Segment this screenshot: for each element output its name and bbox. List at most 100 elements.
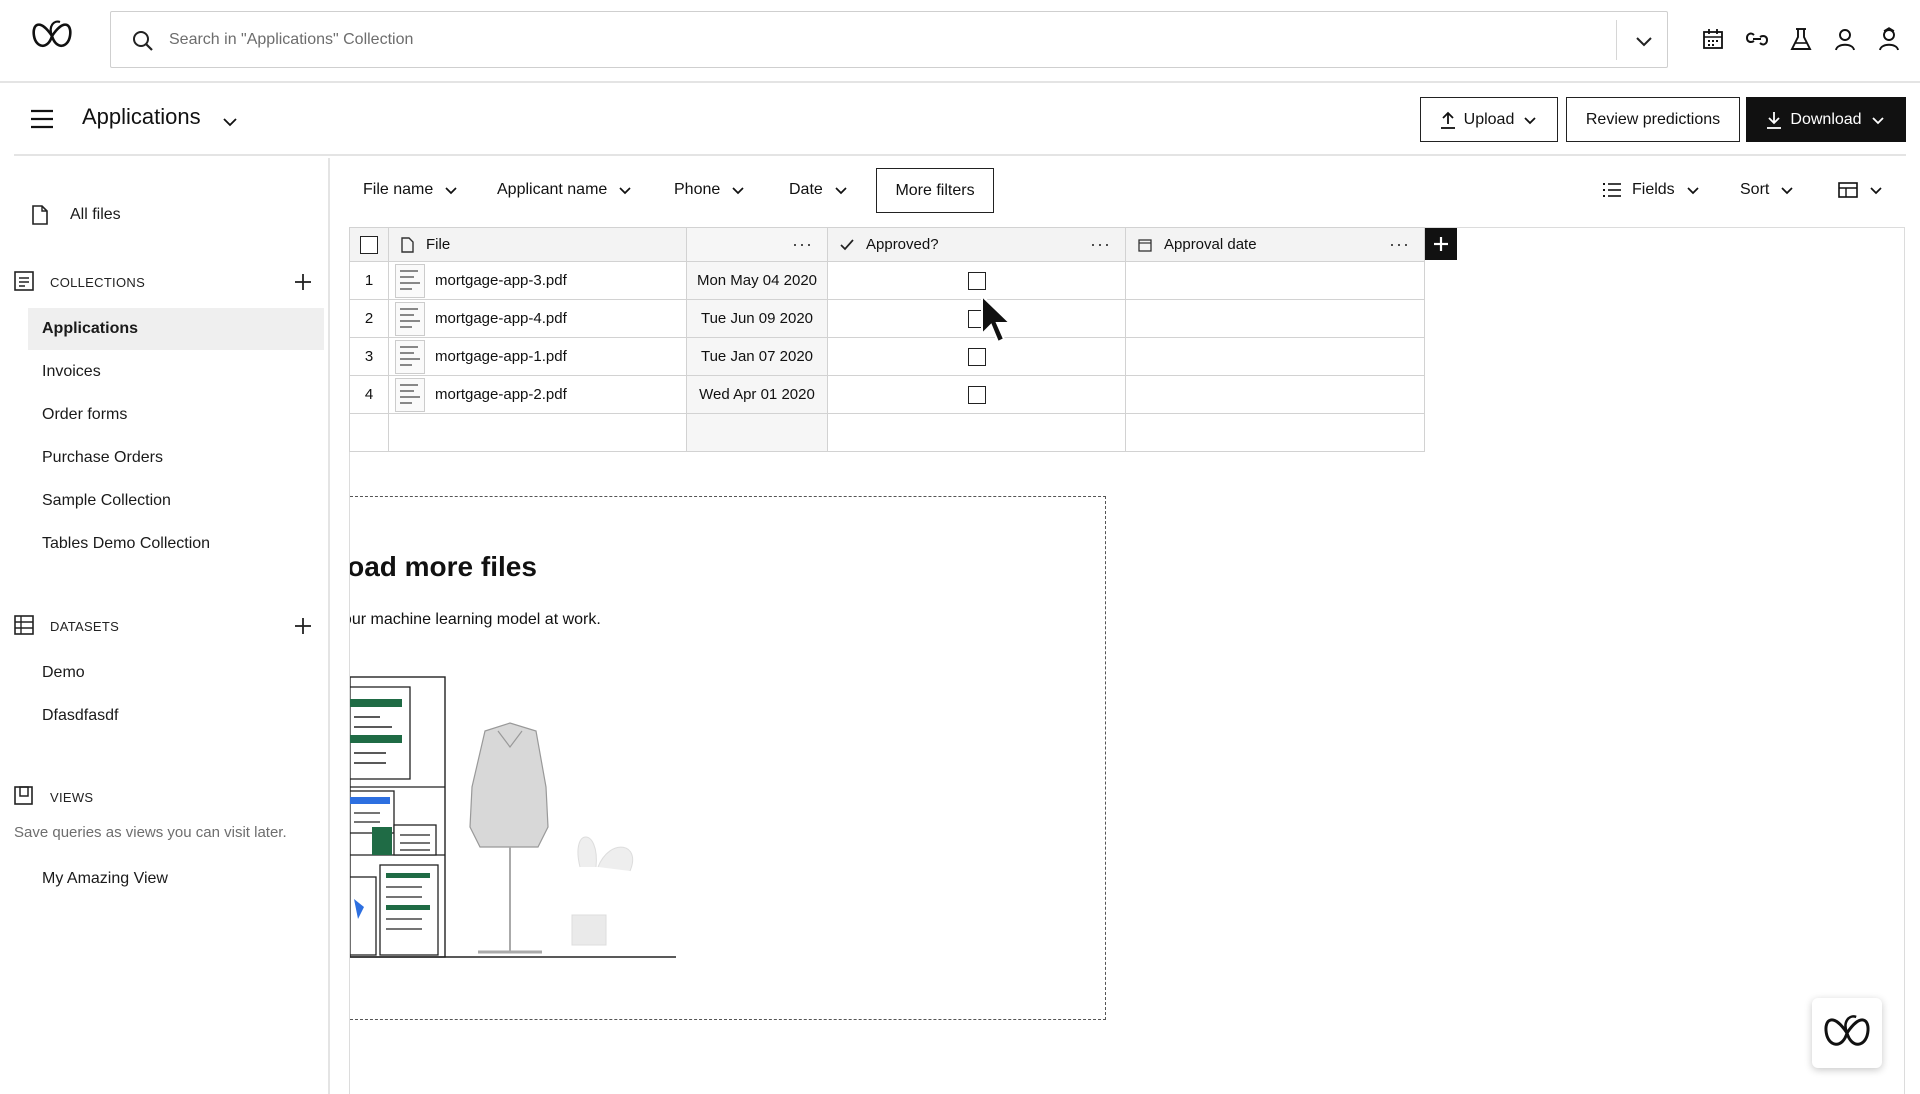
page-title[interactable]: Applications bbox=[82, 104, 201, 130]
approved-checkbox[interactable] bbox=[967, 385, 986, 404]
approval-date-cell[interactable] bbox=[1125, 337, 1425, 376]
chevron-down-icon bbox=[1781, 187, 1793, 195]
approved-cell bbox=[827, 337, 1126, 376]
column-label: Approval date bbox=[1164, 236, 1257, 253]
list-icon bbox=[1603, 183, 1621, 197]
search-bar bbox=[110, 11, 1668, 68]
fields-menu[interactable]: Fields bbox=[1602, 165, 1701, 215]
column-header-file[interactable]: File bbox=[388, 227, 687, 262]
sidebar-item-sample-collection[interactable]: Sample Collection bbox=[28, 480, 324, 522]
hamburger-menu-icon[interactable] bbox=[30, 108, 54, 130]
upload-button[interactable]: Upload bbox=[1420, 97, 1558, 142]
row-index: 1 bbox=[349, 261, 389, 300]
download-button-label: Download bbox=[1790, 110, 1862, 128]
table-row[interactable]: 4 mortgage-app-2.pdf Wed Apr 01 2020 bbox=[349, 375, 1425, 414]
title-chevron-down-icon[interactable] bbox=[220, 112, 240, 132]
date-cell: Tue Jan 07 2020 bbox=[686, 337, 828, 376]
column-header-date[interactable]: ··· bbox=[686, 227, 828, 262]
filter-date[interactable]: Date bbox=[789, 165, 849, 215]
document-thumbnail bbox=[395, 301, 425, 336]
views-icon bbox=[14, 786, 36, 808]
sidebar-item-tables-demo-collection[interactable]: Tables Demo Collection bbox=[28, 523, 324, 565]
more-filters-button[interactable]: More filters bbox=[876, 168, 994, 213]
chevron-down-icon bbox=[1687, 187, 1699, 195]
filter-file-name[interactable]: File name bbox=[363, 165, 459, 215]
approval-date-cell[interactable] bbox=[1125, 299, 1425, 338]
file-icon bbox=[401, 236, 414, 253]
table-row[interactable]: 2 mortgage-app-4.pdf Tue Jun 09 2020 bbox=[349, 299, 1425, 338]
sidebar-item-my-amazing-view[interactable]: My Amazing View bbox=[28, 858, 324, 900]
table-layout-icon bbox=[1838, 182, 1858, 198]
views-section-label: VIEWS bbox=[50, 789, 94, 805]
column-label: File bbox=[426, 236, 451, 253]
user-badge-icon[interactable] bbox=[1876, 24, 1902, 54]
document-thumbnail bbox=[395, 263, 425, 298]
file-cell[interactable]: mortgage-app-4.pdf bbox=[388, 299, 687, 338]
empty-new-row[interactable] bbox=[349, 413, 1425, 452]
app-logo-icon[interactable] bbox=[30, 16, 74, 56]
filter-applicant-name[interactable]: Applicant name bbox=[497, 165, 633, 215]
add-collection-plus-icon[interactable] bbox=[292, 271, 314, 293]
file-name: mortgage-app-4.pdf bbox=[435, 310, 567, 327]
datasets-section-header: DATASETS bbox=[14, 611, 314, 641]
select-all-checkbox[interactable] bbox=[360, 235, 378, 254]
column-options-icon[interactable]: ··· bbox=[792, 234, 813, 255]
file-cell[interactable]: mortgage-app-3.pdf bbox=[388, 261, 687, 300]
search-input[interactable] bbox=[169, 24, 1409, 56]
column-header-approved[interactable]: Approved? ··· bbox=[827, 227, 1126, 262]
column-options-icon[interactable]: ··· bbox=[1090, 234, 1111, 255]
search-icon bbox=[133, 31, 153, 51]
add-column-button[interactable] bbox=[1425, 228, 1457, 260]
sidebar-item-order-forms[interactable]: Order forms bbox=[28, 394, 324, 436]
review-predictions-label: Review predictions bbox=[1585, 110, 1721, 128]
column-options-icon[interactable]: ··· bbox=[1389, 234, 1410, 255]
top-bar bbox=[0, 0, 1920, 83]
search-divider bbox=[1616, 20, 1617, 60]
layout-menu[interactable] bbox=[1838, 165, 1884, 215]
approved-checkbox[interactable] bbox=[967, 271, 986, 290]
sidebar-item-all-files[interactable]: All files bbox=[18, 194, 314, 236]
filter-phone[interactable]: Phone bbox=[674, 165, 746, 215]
empty-cell bbox=[686, 413, 828, 452]
sidebar: All files COLLECTIONS Applications Invoi… bbox=[14, 158, 330, 1094]
column-header-approval-date[interactable]: Approval date ··· bbox=[1125, 227, 1425, 262]
document-thumbnail bbox=[395, 377, 425, 412]
approved-checkbox[interactable] bbox=[967, 347, 986, 366]
filter-label: Phone bbox=[674, 181, 721, 198]
empty-cell[interactable] bbox=[388, 413, 687, 452]
upload-dropzone[interactable]: Upload more files See your machine learn… bbox=[350, 496, 1106, 1020]
calendar-icon[interactable] bbox=[1700, 24, 1726, 54]
file-name: mortgage-app-3.pdf bbox=[435, 272, 567, 289]
chevron-down-icon bbox=[445, 187, 457, 195]
search-options-chevron-down-icon[interactable] bbox=[1631, 28, 1657, 54]
table-row[interactable]: 3 mortgage-app-1.pdf Tue Jan 07 2020 bbox=[349, 337, 1425, 376]
mouse-pointer-icon bbox=[981, 294, 1013, 344]
chat-help-button[interactable] bbox=[1812, 998, 1882, 1068]
select-all-cell bbox=[349, 227, 389, 262]
chat-logo-icon bbox=[1824, 1015, 1870, 1046]
approval-date-cell[interactable] bbox=[1125, 261, 1425, 300]
chevron-down-icon bbox=[619, 187, 631, 195]
sidebar-item-applications[interactable]: Applications bbox=[28, 308, 324, 350]
sort-menu[interactable]: Sort bbox=[1740, 165, 1795, 215]
file-cell[interactable]: mortgage-app-2.pdf bbox=[388, 375, 687, 414]
flask-icon[interactable] bbox=[1788, 24, 1814, 54]
empty-cell[interactable] bbox=[827, 413, 1126, 452]
collections-icon bbox=[14, 271, 36, 293]
user-icon[interactable] bbox=[1832, 24, 1858, 54]
sidebar-item-dfasdfasdf[interactable]: Dfasdfasdf bbox=[28, 695, 324, 737]
empty-cell[interactable] bbox=[1125, 413, 1425, 452]
filter-label: Applicant name bbox=[497, 181, 608, 198]
approval-date-cell[interactable] bbox=[1125, 375, 1425, 414]
link-icon[interactable] bbox=[1744, 24, 1770, 54]
download-button[interactable]: Download bbox=[1746, 97, 1906, 142]
file-cell[interactable]: mortgage-app-1.pdf bbox=[388, 337, 687, 376]
date-cell: Mon May 04 2020 bbox=[686, 261, 828, 300]
sidebar-item-demo[interactable]: Demo bbox=[28, 652, 324, 694]
datasets-section-label: DATASETS bbox=[50, 618, 120, 634]
sidebar-item-purchase-orders[interactable]: Purchase Orders bbox=[28, 437, 324, 479]
table-row[interactable]: 1 mortgage-app-3.pdf Mon May 04 2020 bbox=[349, 261, 1425, 300]
sidebar-item-invoices[interactable]: Invoices bbox=[28, 351, 324, 393]
add-dataset-plus-icon[interactable] bbox=[292, 615, 314, 637]
review-predictions-button[interactable]: Review predictions bbox=[1566, 97, 1740, 142]
